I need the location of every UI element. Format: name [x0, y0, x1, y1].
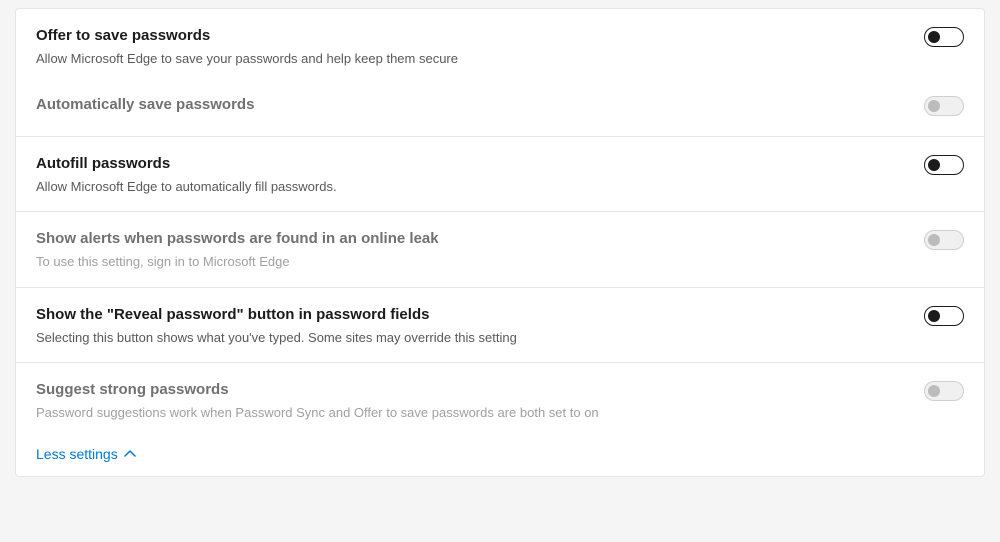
leak-alerts-toggle [924, 230, 964, 250]
autofill-passwords-desc: Allow Microsoft Edge to automatically fi… [36, 178, 904, 196]
autofill-passwords-toggle[interactable] [924, 155, 964, 175]
reveal-password-toggle[interactable] [924, 306, 964, 326]
toggle-knob [928, 234, 940, 246]
toggle-knob [928, 385, 940, 397]
offer-save-passwords-toggle[interactable] [924, 27, 964, 47]
suggest-strong-passwords-row: Suggest strong passwords Password sugges… [16, 363, 984, 438]
reveal-password-title: Show the "Reveal password" button in pas… [36, 304, 904, 325]
offer-save-passwords-row: Offer to save passwords Allow Microsoft … [16, 9, 984, 84]
suggest-strong-passwords-toggle [924, 381, 964, 401]
leak-alerts-text: Show alerts when passwords are found in … [36, 228, 924, 271]
auto-save-passwords-title: Automatically save passwords [36, 94, 904, 115]
reveal-password-text: Show the "Reveal password" button in pas… [36, 304, 924, 347]
offer-save-passwords-desc: Allow Microsoft Edge to save your passwo… [36, 50, 904, 68]
leak-alerts-title: Show alerts when passwords are found in … [36, 228, 904, 249]
chevron-up-icon [124, 448, 136, 460]
leak-alerts-desc: To use this setting, sign in to Microsof… [36, 253, 904, 271]
suggest-strong-passwords-text: Suggest strong passwords Password sugges… [36, 379, 924, 422]
auto-save-passwords-toggle [924, 96, 964, 116]
auto-save-passwords-text: Automatically save passwords [36, 94, 924, 119]
toggle-knob [928, 310, 940, 322]
reveal-password-desc: Selecting this button shows what you've … [36, 329, 904, 347]
toggle-knob [928, 31, 940, 43]
toggle-knob [928, 159, 940, 171]
offer-save-passwords-title: Offer to save passwords [36, 25, 904, 46]
offer-save-passwords-text: Offer to save passwords Allow Microsoft … [36, 25, 924, 68]
auto-save-passwords-row: Automatically save passwords [16, 84, 984, 137]
reveal-password-row: Show the "Reveal password" button in pas… [16, 288, 984, 363]
less-settings-label: Less settings [36, 446, 118, 462]
leak-alerts-row: Show alerts when passwords are found in … [16, 212, 984, 287]
passwords-settings-panel: Offer to save passwords Allow Microsoft … [15, 8, 985, 477]
autofill-passwords-text: Autofill passwords Allow Microsoft Edge … [36, 153, 924, 196]
autofill-passwords-row: Autofill passwords Allow Microsoft Edge … [16, 137, 984, 212]
less-settings-button[interactable]: Less settings [16, 438, 984, 476]
toggle-knob [928, 100, 940, 112]
autofill-passwords-title: Autofill passwords [36, 153, 904, 174]
suggest-strong-passwords-title: Suggest strong passwords [36, 379, 904, 400]
suggest-strong-passwords-desc: Password suggestions work when Password … [36, 404, 904, 422]
